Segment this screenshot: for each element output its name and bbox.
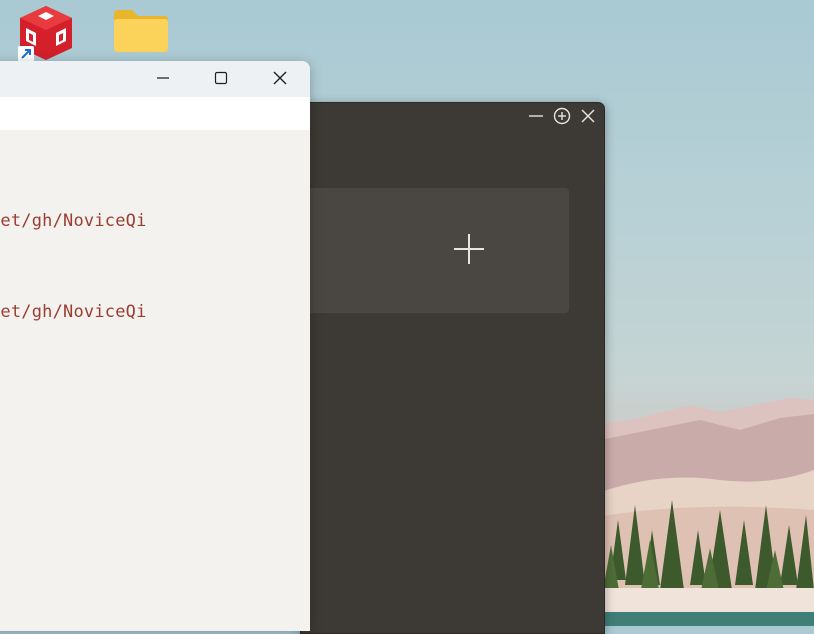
add-card-button[interactable] xyxy=(301,188,569,313)
tab-bar[interactable] xyxy=(0,97,310,130)
close-button[interactable] xyxy=(251,61,309,97)
zoom-in-icon[interactable] xyxy=(552,106,572,126)
maximize-button[interactable] xyxy=(192,61,250,97)
maximize-icon xyxy=(214,70,228,89)
code-line: net/gh/NoviceQi xyxy=(0,302,147,322)
editor-window[interactable]: net/gh/NoviceQi net/gh/NoviceQi xyxy=(0,61,310,631)
minimize-icon[interactable] xyxy=(526,106,546,126)
minimize-button[interactable] xyxy=(134,61,192,97)
app-shortcut-icon[interactable] xyxy=(16,4,76,62)
plus-icon xyxy=(454,233,484,268)
dark-window-controls xyxy=(526,106,598,126)
title-bar[interactable] xyxy=(0,61,310,98)
minimize-icon xyxy=(156,70,170,89)
folder-icon[interactable] xyxy=(112,8,170,54)
close-icon xyxy=(273,70,287,89)
dark-app-window[interactable] xyxy=(300,102,605,634)
editor-content[interactable]: net/gh/NoviceQi net/gh/NoviceQi xyxy=(0,130,310,631)
code-line: net/gh/NoviceQi xyxy=(0,211,147,231)
close-icon[interactable] xyxy=(578,106,598,126)
